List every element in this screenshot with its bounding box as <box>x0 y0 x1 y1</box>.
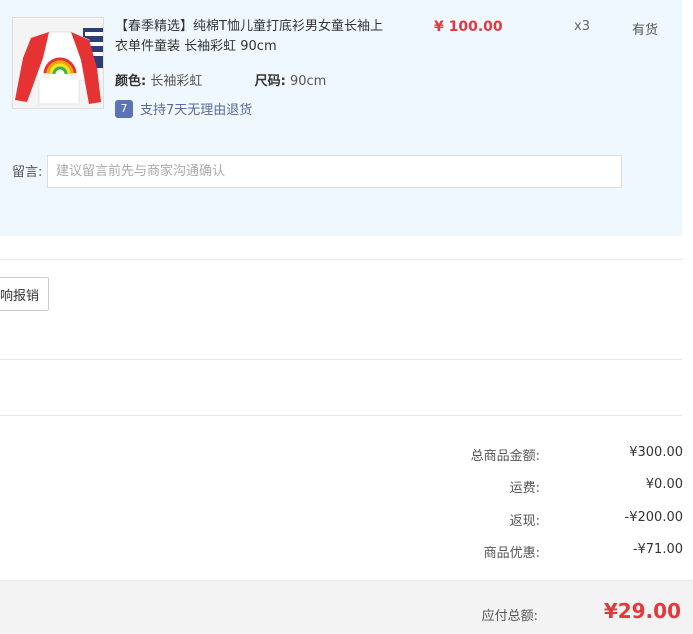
invoice-button[interactable]: 响报销 <box>0 277 49 311</box>
message-input[interactable] <box>47 155 622 188</box>
product-quantity: x3 <box>574 19 590 34</box>
total-bar: 应付总额: ¥29.00 <box>0 580 693 634</box>
return-policy-text: 支持7天无理由退货 <box>140 103 253 118</box>
summary-row-shipping: 运费: ¥0.00 <box>0 477 683 497</box>
total-label: 应付总额: <box>481 609 538 624</box>
size-attr-value: 90cm <box>289 74 327 89</box>
product-attributes: 颜色: 长袖彩虹 尺码: 90cm <box>115 70 326 89</box>
summary-label: 返现: <box>509 514 540 529</box>
size-attr-label: 尺码: <box>254 74 286 89</box>
message-label: 留言: <box>12 165 43 180</box>
stock-status: 有货 <box>632 23 659 38</box>
summary-label: 运费: <box>509 481 540 496</box>
summary-value: -¥200.00 <box>624 510 683 525</box>
product-thumbnail[interactable] <box>12 17 104 109</box>
color-attr-value: 长袖彩虹 <box>150 74 203 89</box>
summary-label: 商品优惠: <box>483 546 540 561</box>
color-attr-label: 颜色: <box>115 74 147 89</box>
total-amount: ¥29.00 <box>603 599 681 623</box>
order-item-panel: 【春季精选】纯棉T恤儿童打底衫男女童长袖上衣单件童装 长袖彩虹 90cm ¥ 1… <box>0 0 682 236</box>
product-image-icon <box>13 18 103 108</box>
summary-value: ¥0.00 <box>645 477 683 492</box>
summary-row-discount: 商品优惠: -¥71.00 <box>0 542 683 562</box>
divider <box>0 415 682 416</box>
divider <box>0 259 682 260</box>
product-price: ¥ 100.00 <box>434 19 503 35</box>
summary-value: -¥71.00 <box>632 542 683 557</box>
product-title[interactable]: 【春季精选】纯棉T恤儿童打底衫男女童长袖上衣单件童装 长袖彩虹 90cm <box>115 17 395 57</box>
summary-row-subtotal: 总商品金额: ¥300.00 <box>0 445 683 465</box>
summary-value: ¥300.00 <box>629 445 683 460</box>
summary-row-cashback: 返现: -¥200.00 <box>0 510 683 530</box>
seven-day-return-icon: 7 <box>115 99 133 118</box>
summary-label: 总商品金额: <box>470 449 540 464</box>
divider <box>0 359 682 360</box>
return-policy: 7 支持7天无理由退货 <box>115 99 252 118</box>
